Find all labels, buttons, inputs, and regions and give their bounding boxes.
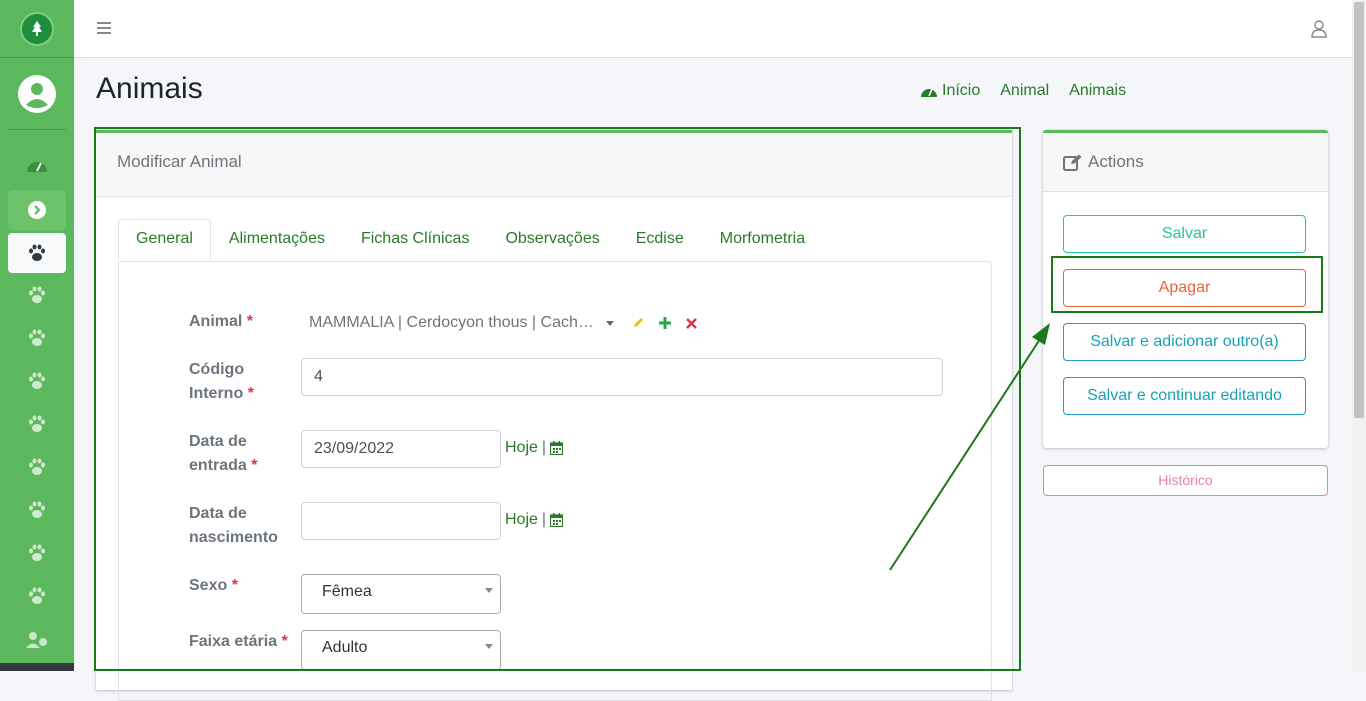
animal-label: Animal * [189,313,254,330]
brand-logo [20,11,54,46]
nav-paw-item-5[interactable] [8,447,66,487]
page-scrollbar[interactable] [1352,0,1366,671]
nav-paw-item-8[interactable] [8,576,66,616]
nascimento-today-link[interactable]: Hoje [505,511,538,529]
paw-icon [29,329,45,346]
save-button[interactable]: Salvar [1063,215,1306,253]
nav-paw-item-1[interactable] [8,275,66,315]
breadcrumb-animals[interactable]: Animais [1069,82,1126,100]
calendar-icon[interactable] [550,513,564,527]
faixa-select-value: Adulto [322,639,368,656]
nav-paw-item-4[interactable] [8,404,66,444]
topbar [74,0,1352,58]
user-icon[interactable] [1311,20,1327,43]
chevron-right-circle-icon [28,201,46,219]
chevron-down-icon [485,644,493,649]
entrada-separator: | [541,439,547,456]
actions-header: Actions [1043,133,1328,192]
faixa-label: Faixa etária * [189,633,288,650]
sexo-label: Sexo * [189,577,238,594]
paw-icon [29,501,45,518]
users-gear-icon [26,632,47,648]
entrada-label: Data de entrada * [189,433,258,474]
history-button[interactable]: Histórico [1043,465,1328,496]
breadcrumb-home-label: Início [942,82,981,99]
plus-icon[interactable] [658,317,671,329]
animal-select-value: MAMMALIA | Cerdocyon thous | Cach… [309,314,594,331]
save-continue-button[interactable]: Salvar e continuar editando [1063,377,1306,415]
nav-paw-item-7[interactable] [8,533,66,573]
tab-observacoes[interactable]: Observações [487,219,617,259]
form-card-title: Modificar Animal [96,133,1012,197]
breadcrumb: Início Animal Animais [920,82,1126,100]
nascimento-separator: | [541,511,547,528]
form-tabs: General Alimentações Fichas Clínicas Obs… [118,219,823,259]
gauge-icon [921,88,937,97]
paw-icon [29,544,45,561]
breadcrumb-home[interactable]: Início [920,82,980,100]
nav-users[interactable] [8,620,66,660]
chevron-down-icon [485,588,493,593]
pencil-icon[interactable] [632,317,644,329]
nav-toggle[interactable] [8,190,66,230]
save-add-another-button[interactable]: Salvar e adicionar outro(a) [1063,323,1306,361]
tab-alimentacoes[interactable]: Alimentações [211,219,343,259]
delete-button[interactable]: Apagar [1063,269,1306,307]
edit-icon [1063,154,1082,171]
brand[interactable] [0,0,74,58]
paw-icon [29,286,45,303]
paw-icon [29,244,45,261]
nascimento-date-input[interactable] [301,502,501,540]
paw-icon [29,458,45,475]
chevron-down-icon [605,320,614,326]
tab-panel-general: Animal * MAMMALIA | Cerdocyon thous | Ca… [118,261,992,701]
tab-ecdise[interactable]: Ecdise [618,219,702,259]
gauge-icon [27,162,47,172]
sidebar [0,0,74,671]
nascimento-label: Data de nascimento [189,505,278,546]
entrada-today-link[interactable]: Hoje [505,439,538,457]
paw-icon [29,587,45,604]
scrollbar-thumb[interactable] [1354,2,1364,418]
delete-icon[interactable] [685,317,697,329]
nascimento-shortcuts: Hoje | [505,511,564,529]
nav-animals[interactable] [8,233,66,273]
codigo-input[interactable]: 4 [301,358,943,396]
actions-title: Actions [1088,152,1144,171]
sexo-select[interactable]: Fêmea [301,574,501,614]
breadcrumb-animal[interactable]: Animal [1000,82,1049,100]
entrada-shortcuts: Hoje | [505,439,564,457]
nav-dashboard[interactable] [8,145,66,185]
paw-icon [29,415,45,432]
entrada-date-input[interactable]: 23/09/2022 [301,430,501,468]
codigo-label: Código Interno * [189,361,254,402]
nav-paw-item-6[interactable] [8,490,66,530]
calendar-icon[interactable] [550,441,564,455]
page-title: Animais [96,72,203,105]
nav-paw-item-2[interactable] [8,318,66,358]
form-card: Modificar Animal General Alimentações Fi… [96,130,1012,701]
hamburger-icon[interactable] [97,21,111,40]
nav-paw-item-3[interactable] [8,361,66,401]
actions-card: Actions Salvar Apagar Salvar e adicionar… [1043,130,1328,448]
tab-fichas-clinicas[interactable]: Fichas Clínicas [343,219,487,259]
user-avatar[interactable] [8,58,66,130]
animal-select[interactable]: MAMMALIA | Cerdocyon thous | Cach… [309,314,697,332]
sidebar-bottom [0,663,74,671]
tab-general[interactable]: General [118,219,211,259]
sexo-select-value: Fêmea [322,583,372,600]
paw-icon [29,372,45,389]
tab-morfometria[interactable]: Morfometria [702,219,823,259]
faixa-select[interactable]: Adulto [301,630,501,670]
